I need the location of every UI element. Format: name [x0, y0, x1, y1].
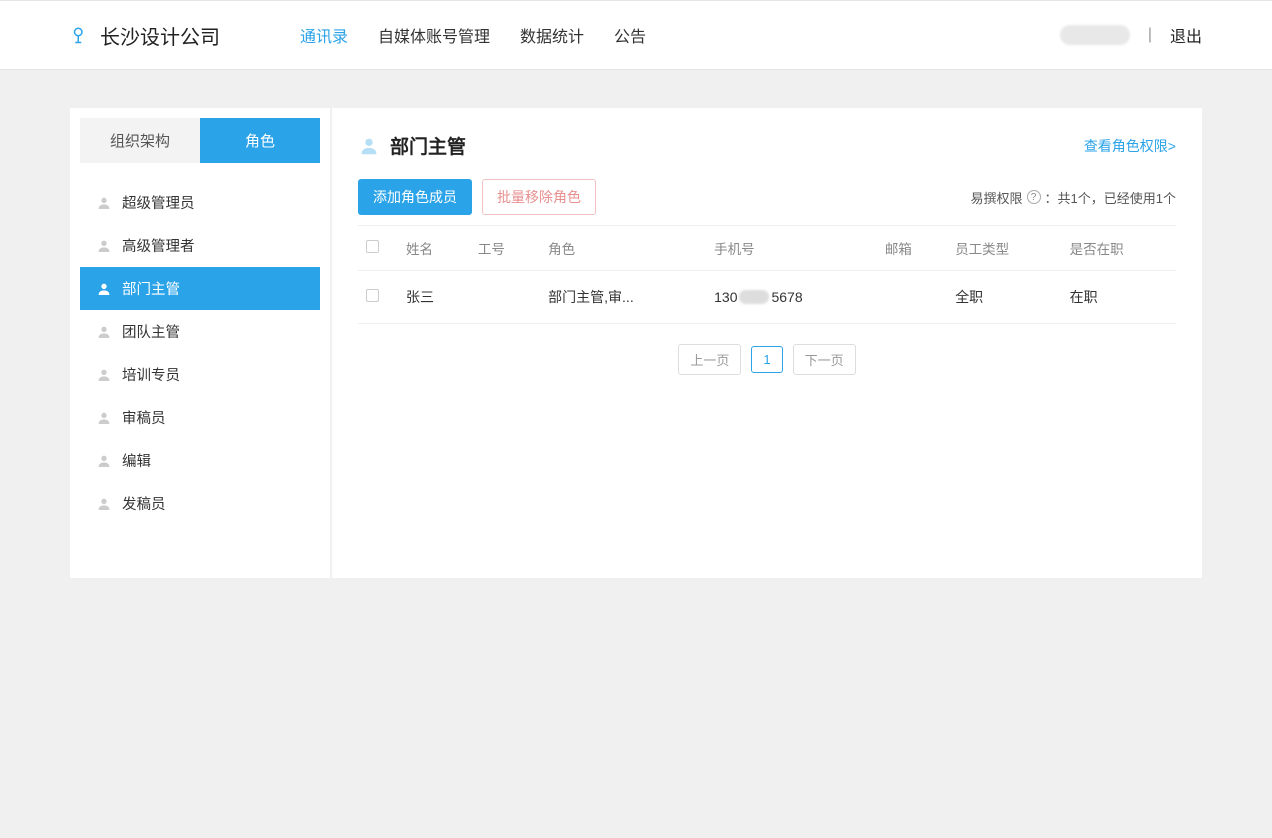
company-name: 长沙设计公司 — [100, 21, 220, 50]
table-row[interactable]: 张三 部门主管,审... 130 5678 全职 在职 — [358, 271, 1176, 324]
content: 组织架构 角色 超级管理员 高级管理者 部门主管 团队主管 培训专员 — [0, 70, 1272, 616]
role-item-senior-manager[interactable]: 高级管理者 — [80, 224, 320, 267]
nav-media-accounts[interactable]: 自媒体账号管理 — [378, 23, 490, 47]
role-item-trainer[interactable]: 培训专员 — [80, 353, 320, 396]
role-item-dept-manager[interactable]: 部门主管 — [80, 267, 320, 310]
divider: | — [1148, 26, 1152, 44]
person-icon — [96, 324, 112, 340]
person-icon — [96, 195, 112, 211]
header-left: 长沙设计公司 通讯录 自媒体账号管理 数据统计 公告 — [70, 21, 646, 50]
view-permissions-link[interactable]: 查看角色权限> — [1084, 136, 1176, 156]
tab-roles[interactable]: 角色 — [200, 118, 320, 163]
cell-phone: 130 5678 — [706, 271, 877, 324]
col-employee-id: 工号 — [470, 226, 540, 271]
select-all-checkbox[interactable] — [366, 240, 379, 253]
person-icon — [96, 453, 112, 469]
cell-employee-type: 全职 — [947, 271, 1061, 324]
role-label: 超级管理员 — [122, 192, 195, 213]
row-checkbox[interactable] — [366, 289, 379, 302]
members-table: 姓名 工号 角色 手机号 邮箱 员工类型 是否在职 张三 部门主管,审... — [358, 225, 1176, 324]
col-active: 是否在职 — [1062, 226, 1176, 271]
role-list: 超级管理员 高级管理者 部门主管 团队主管 培训专员 审稿员 — [80, 181, 320, 525]
user-name[interactable] — [1060, 25, 1130, 45]
role-label: 团队主管 — [122, 321, 180, 342]
panel-title-wrap: 部门主管 — [358, 132, 466, 159]
person-icon — [96, 410, 112, 426]
summary-suffix: ：共1个，已经使用1个 — [1045, 188, 1176, 207]
col-employee-type: 员工类型 — [947, 226, 1061, 271]
person-icon — [96, 367, 112, 383]
sidebar-tabs: 组织架构 角色 — [80, 118, 320, 163]
permission-summary: 易撰权限 ? ：共1个，已经使用1个 — [971, 188, 1176, 207]
pagination: 上一页 1 下一页 — [358, 344, 1176, 375]
summary-prefix: 易撰权限 — [971, 188, 1023, 207]
logout-link[interactable]: 退出 — [1170, 23, 1202, 47]
col-email: 邮箱 — [877, 226, 947, 271]
person-icon — [358, 135, 380, 157]
cell-active: 在职 — [1062, 271, 1176, 324]
logo-area: 长沙设计公司 — [70, 21, 220, 50]
cell-name: 张三 — [398, 271, 470, 324]
next-page-button[interactable]: 下一页 — [793, 344, 856, 375]
role-label: 高级管理者 — [122, 235, 195, 256]
person-icon — [96, 281, 112, 297]
help-icon[interactable]: ? — [1027, 190, 1041, 204]
logo-icon — [70, 24, 88, 46]
main-panel: 部门主管 查看角色权限> 添加角色成员 批量移除角色 易撰权限 ? ：共1个，已… — [332, 108, 1202, 578]
phone-masked — [739, 290, 769, 304]
role-item-editor[interactable]: 编辑 — [80, 439, 320, 482]
role-item-super-admin[interactable]: 超级管理员 — [80, 181, 320, 224]
top-nav: 通讯录 自媒体账号管理 数据统计 公告 — [300, 23, 646, 47]
phone-suffix: 5678 — [771, 289, 802, 305]
add-member-button[interactable]: 添加角色成员 — [358, 179, 472, 215]
role-label: 培训专员 — [122, 364, 180, 385]
role-label: 部门主管 — [122, 278, 180, 299]
panel-head: 部门主管 查看角色权限> — [358, 132, 1176, 159]
cell-role: 部门主管,审... — [540, 271, 706, 324]
role-label: 审稿员 — [122, 407, 166, 428]
role-label: 发稿员 — [122, 493, 166, 514]
nav-announcements[interactable]: 公告 — [614, 23, 646, 47]
nav-statistics[interactable]: 数据统计 — [520, 23, 584, 47]
cell-email — [877, 271, 947, 324]
col-name: 姓名 — [398, 226, 470, 271]
panel-title: 部门主管 — [390, 132, 466, 159]
phone-prefix: 130 — [714, 289, 737, 305]
role-label: 编辑 — [122, 450, 151, 471]
header: 长沙设计公司 通讯录 自媒体账号管理 数据统计 公告 | 退出 — [0, 0, 1272, 70]
prev-page-button[interactable]: 上一页 — [678, 344, 741, 375]
nav-contacts[interactable]: 通讯录 — [300, 23, 348, 47]
role-item-team-lead[interactable]: 团队主管 — [80, 310, 320, 353]
action-row: 添加角色成员 批量移除角色 易撰权限 ? ：共1个，已经使用1个 — [358, 179, 1176, 215]
tab-org-structure[interactable]: 组织架构 — [80, 118, 200, 163]
header-right: | 退出 — [1060, 23, 1202, 47]
role-item-publisher[interactable]: 发稿员 — [80, 482, 320, 525]
page-1-button[interactable]: 1 — [751, 346, 782, 373]
col-role: 角色 — [540, 226, 706, 271]
cell-employee-id — [470, 271, 540, 324]
role-item-reviewer[interactable]: 审稿员 — [80, 396, 320, 439]
col-phone: 手机号 — [706, 226, 877, 271]
person-icon — [96, 238, 112, 254]
sidebar: 组织架构 角色 超级管理员 高级管理者 部门主管 团队主管 培训专员 — [70, 108, 330, 578]
person-icon — [96, 496, 112, 512]
action-buttons: 添加角色成员 批量移除角色 — [358, 179, 596, 215]
batch-remove-button[interactable]: 批量移除角色 — [482, 179, 596, 215]
